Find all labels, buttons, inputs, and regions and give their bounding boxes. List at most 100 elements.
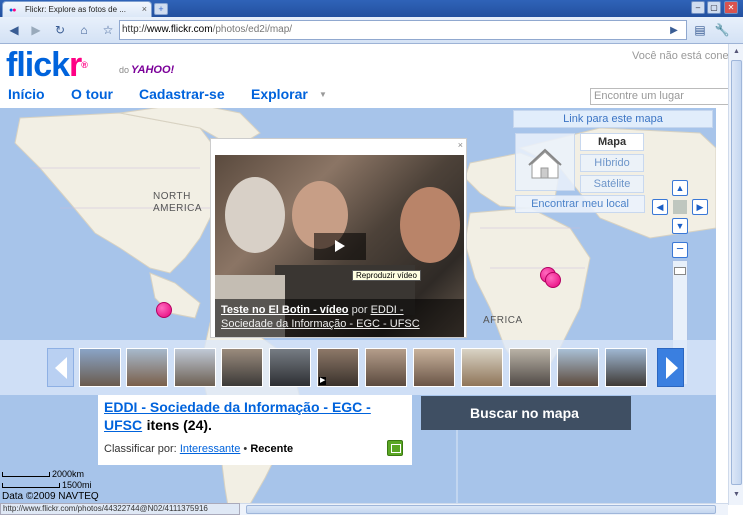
- map-label-north: NORTH: [153, 191, 191, 202]
- nav-cadastrar[interactable]: Cadastrar-se: [139, 86, 225, 102]
- slideshow-icon[interactable]: [387, 440, 403, 456]
- photo-thumbnail[interactable]: [461, 348, 503, 387]
- wrench-icon[interactable]: 🔧: [712, 21, 732, 40]
- photo-thumbnail[interactable]: [174, 348, 216, 387]
- yahoo-text: YAHOO!: [131, 64, 175, 76]
- photo-thumbnail[interactable]: [126, 348, 168, 387]
- pan-center[interactable]: [673, 200, 687, 214]
- yahoo-prefix: do: [119, 65, 130, 75]
- play-icon[interactable]: [314, 233, 366, 260]
- vertical-scrollbar[interactable]: ▲ ▼: [728, 44, 743, 505]
- video-title-link[interactable]: Teste no El Botin - vídeo: [221, 304, 349, 316]
- map-type-satellite[interactable]: Satélite: [580, 175, 644, 193]
- go-icon[interactable]: ▶: [664, 21, 684, 40]
- horizontal-scroll-thumb[interactable]: [246, 505, 716, 514]
- new-tab-button[interactable]: +: [154, 3, 168, 15]
- browser-toolbar: ◀ ▶ ↻ ⌂ ☆ http://www.flickr.com/photos/e…: [0, 17, 743, 44]
- photo-thumbnail[interactable]: [365, 348, 407, 387]
- scale-mi-label: 1500mi: [62, 480, 92, 490]
- photo-thumbnail[interactable]: [509, 348, 551, 387]
- bookmark-star-icon[interactable]: ☆: [98, 21, 118, 40]
- video-thumbnail[interactable]: [317, 348, 359, 387]
- pan-left-icon[interactable]: ◀: [652, 199, 668, 215]
- tab-close-icon[interactable]: ×: [142, 4, 147, 14]
- logo-reg: ®: [81, 60, 88, 70]
- scale-mi: 1500mi: [2, 480, 92, 490]
- browser-tab[interactable]: ●● Flickr: Explore as fotos de ... ×: [2, 1, 152, 17]
- yahoo-logo: do YAHOO!: [119, 64, 174, 76]
- zoom-out-icon[interactable]: −: [672, 242, 688, 258]
- home-view-button[interactable]: [515, 133, 575, 191]
- minimize-icon[interactable]: –: [691, 1, 705, 14]
- group-name-link[interactable]: EDDI - Sociedade da Informação - EGC - U…: [104, 399, 371, 433]
- scale-km: 2000km: [2, 469, 84, 479]
- sort-separator: •: [243, 443, 248, 455]
- map-type-hybrid[interactable]: Híbrido: [580, 154, 644, 172]
- map-type-map[interactable]: Mapa: [580, 133, 644, 151]
- filmstrip-next-icon[interactable]: [657, 348, 684, 387]
- window-close-icon[interactable]: ✕: [724, 1, 738, 14]
- vertical-scroll-thumb[interactable]: [731, 60, 742, 485]
- scale-bar-mi: [2, 483, 60, 489]
- sort-options: Classificar por: Interessante • Recente: [104, 443, 293, 455]
- nav-inicio[interactable]: Início: [8, 86, 45, 102]
- map-copyright: Data ©2009 NAVTEQ: [2, 491, 99, 502]
- chevron-down-icon[interactable]: ▼: [319, 90, 327, 99]
- url-domain: www.flickr.com: [147, 24, 213, 35]
- forward-icon[interactable]: ▶: [26, 21, 46, 40]
- play-tooltip: Reproduzir vídeo: [352, 270, 421, 281]
- pan-right-icon[interactable]: ▶: [692, 199, 708, 215]
- flickr-favicon-icon: ●●: [9, 7, 17, 14]
- address-bar[interactable]: http://www.flickr.com/photos/ed2i/map/: [119, 20, 687, 40]
- popup-close-icon[interactable]: ×: [458, 140, 463, 150]
- items-count: itens (24).: [146, 417, 212, 433]
- status-bar: http://www.flickr.com/photos/44322744@N0…: [0, 503, 240, 515]
- video-caption: Teste no El Botin - vídeo por EDDI - Soc…: [215, 299, 464, 337]
- home-icon[interactable]: ⌂: [74, 21, 94, 40]
- sort-label: Classificar por:: [104, 443, 177, 455]
- photo-thumbnail[interactable]: [221, 348, 263, 387]
- pan-down-icon[interactable]: ▼: [672, 218, 688, 234]
- flickr-logo[interactable]: flickr®: [6, 46, 88, 84]
- photo-popup: × Reproduzir vídeo Teste no El Botin - v…: [210, 138, 467, 338]
- zoom-slider-handle[interactable]: [674, 267, 686, 275]
- map-label-africa: AFRICA: [483, 315, 523, 326]
- sort-recent: Recente: [250, 443, 294, 455]
- tab-title: Flickr: Explore as fotos de ...: [25, 5, 126, 14]
- scroll-up-icon[interactable]: ▲: [731, 46, 742, 58]
- filmstrip-prev-icon[interactable]: [47, 348, 74, 387]
- nav-o-tour[interactable]: O tour: [71, 86, 113, 102]
- back-icon[interactable]: ◀: [4, 21, 24, 40]
- house-icon: [528, 148, 562, 179]
- photo-marker[interactable]: [156, 302, 172, 318]
- pan-up-icon[interactable]: ▲: [672, 180, 688, 196]
- video-preview[interactable]: Reproduzir vídeo Teste no El Botin - víd…: [215, 155, 464, 337]
- nav-explorar[interactable]: Explorar: [251, 86, 308, 102]
- page-menu-icon[interactable]: ▤: [690, 21, 710, 40]
- photo-thumbnail[interactable]: [413, 348, 455, 387]
- horizontal-scrollbar[interactable]: [240, 503, 728, 515]
- scale-km-label: 2000km: [52, 469, 85, 479]
- photo-thumbnail[interactable]: [79, 348, 121, 387]
- logo-blue: flick: [6, 46, 70, 84]
- scale-bar-km: [2, 472, 50, 478]
- page: flickr® do YAHOO! Você não está cone Iníc…: [0, 44, 743, 515]
- signed-out-text: Você não está cone: [632, 50, 729, 62]
- scroll-down-icon[interactable]: ▼: [731, 489, 742, 501]
- url-prefix: http://: [122, 24, 148, 35]
- sort-interesting-link[interactable]: Interessante: [180, 443, 241, 455]
- photo-thumbnail[interactable]: [605, 348, 647, 387]
- photo-marker[interactable]: [545, 272, 561, 288]
- url-path: /photos/ed2i/map/: [212, 24, 293, 35]
- search-map-button[interactable]: Buscar no mapa: [421, 396, 631, 430]
- link-to-map-button[interactable]: Link para este mapa: [513, 110, 713, 128]
- map-label-america: AMERICA: [153, 203, 203, 214]
- photo-thumbnail[interactable]: [269, 348, 311, 387]
- browser-tabstrip: ●● Flickr: Explore as fotos de ... × + –…: [0, 0, 743, 17]
- find-my-location-button[interactable]: Encontrar meu local: [515, 195, 645, 213]
- reload-icon[interactable]: ↻: [50, 21, 70, 40]
- maximize-icon[interactable]: ▢: [707, 1, 721, 14]
- find-place-input[interactable]: Encontre um lugar: [590, 88, 740, 105]
- photo-thumbnail[interactable]: [557, 348, 599, 387]
- caption-by: por: [351, 304, 368, 316]
